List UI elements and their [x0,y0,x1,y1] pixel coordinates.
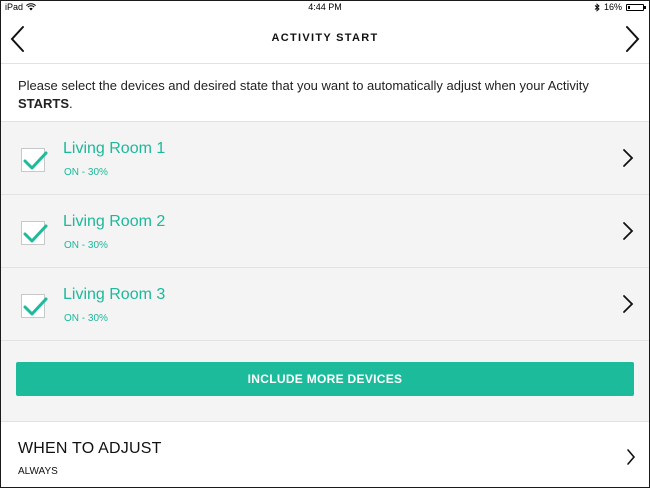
chevron-right-icon[interactable] [622,221,634,241]
device-row[interactable]: Living Room 1 ON - 30% [0,122,650,195]
device-name: Living Room 3 [63,286,166,303]
device-checkbox[interactable] [21,148,48,172]
instruction-suffix: . [69,96,73,111]
when-to-adjust-heading: WHEN TO ADJUST [18,440,162,457]
chevron-right-icon[interactable] [622,24,642,54]
bluetooth-icon [594,2,600,12]
device-checkbox[interactable] [21,221,48,245]
chevron-right-icon[interactable] [622,148,634,168]
battery-percent: 16% [603,2,622,12]
checkmark-icon [23,151,48,170]
status-bar: iPad 4:44 PM 16% [0,0,650,14]
device-name: Living Room 2 [63,213,166,230]
instruction-panel: Please select the devices and desired st… [0,64,650,122]
device-state: ON - 30% [64,313,108,324]
include-more-devices-button[interactable]: INCLUDE MORE DEVICES [16,362,634,396]
instruction-text: Please select the devices and desired st… [18,77,628,113]
chevron-right-icon[interactable] [622,294,634,314]
device-checkbox[interactable] [21,294,48,318]
when-to-adjust-value: ALWAYS [18,466,58,477]
checkmark-icon [23,297,48,316]
device-row[interactable]: Living Room 3 ON - 30% [0,268,650,341]
status-right: 16% [594,2,646,12]
device-state: ON - 30% [64,167,108,178]
device-state: ON - 30% [64,240,108,251]
battery-fill [628,5,630,9]
battery-icon [626,3,646,11]
page-title: ACTIVITY START [271,32,379,44]
device-name: Living Room 1 [63,140,166,157]
nav-bar: ACTIVITY START [0,14,650,64]
instruction-emphasis: STARTS [18,96,70,111]
chevron-right-icon[interactable] [626,448,636,466]
device-row[interactable]: Living Room 2 ON - 30% [0,195,650,268]
when-to-adjust-row[interactable]: WHEN TO ADJUST ALWAYS [0,421,650,488]
checkmark-icon [23,224,48,243]
instruction-body: Please select the devices and desired st… [18,78,589,93]
status-time: 4:44 PM [308,2,342,12]
